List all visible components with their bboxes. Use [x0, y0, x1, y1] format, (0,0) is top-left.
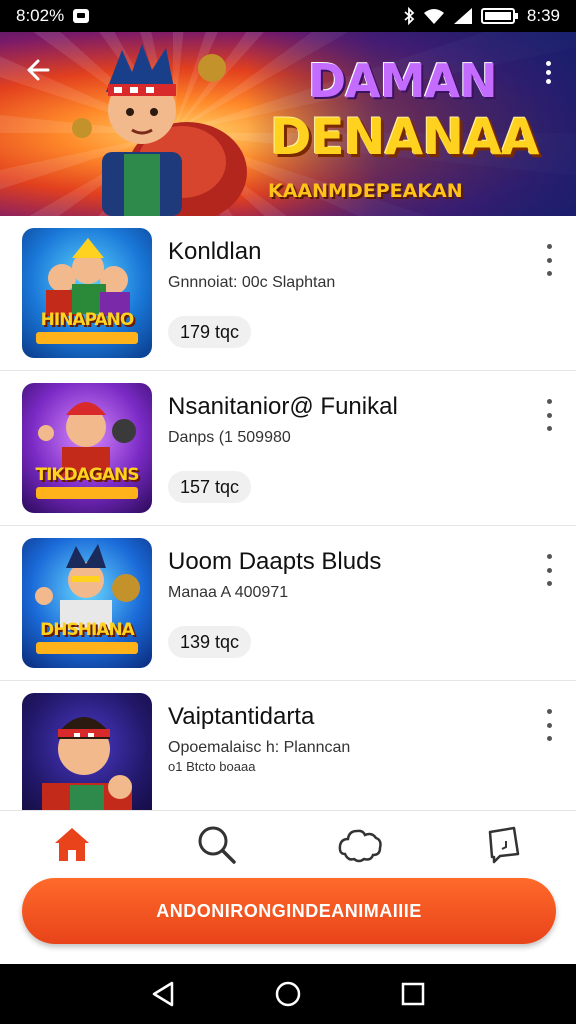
bottom-nav	[0, 810, 576, 876]
system-home-button[interactable]	[268, 974, 308, 1014]
search-icon	[198, 826, 236, 864]
hero-title-line2: DENANAA	[270, 108, 539, 166]
game-size-pill: 179 tqc	[168, 316, 252, 348]
thumbnail-art	[42, 717, 132, 810]
notification-icon	[72, 8, 90, 24]
battery-icon	[480, 7, 519, 25]
game-thumbnail	[22, 693, 152, 810]
list-item[interactable]: HINAPANO Konldlan Gnnnoiat: 00c Slaphtan…	[0, 216, 576, 371]
back-triangle-icon	[152, 981, 173, 1007]
game-meta: Gnnnoiat: 00c Slaphtan	[168, 274, 336, 291]
item-more-icon[interactable]	[540, 552, 558, 588]
thumbnail-subtitle-bar	[36, 642, 138, 654]
primary-cta-button[interactable]: ANDONIRONGINDEANIMAIIIE	[22, 878, 556, 944]
game-title: Konldlan	[168, 238, 262, 265]
status-right: 8:39	[403, 6, 560, 26]
hero-title-line1: DAMAN	[308, 54, 498, 108]
thumbnail-title: DHSHIANA	[40, 620, 135, 640]
home-circle-icon	[275, 981, 301, 1007]
bluetooth-icon	[403, 7, 415, 25]
list-item[interactable]: DHSHIANA Uoom Daapts Bluds Manaa A 40097…	[0, 526, 576, 681]
chat-icon	[488, 826, 520, 863]
app-screen: 8:02% 8:39 DAMAN DENANAA KAANMDEPEAKAN H…	[0, 0, 576, 1024]
thumbnail-title: HINAPANO	[40, 310, 135, 330]
game-size-pill: 139 tqc	[168, 626, 252, 658]
thumbnail-subtitle-bar	[36, 332, 138, 344]
tab-chat[interactable]	[432, 811, 576, 876]
game-list: HINAPANO Konldlan Gnnnoiat: 00c Slaphtan…	[0, 216, 576, 810]
back-arrow-icon	[27, 59, 50, 81]
hero-subtitle: KAANMDEPEAKAN	[268, 180, 463, 202]
game-meta: Manaa A 400971	[168, 584, 289, 601]
status-time-right: 8:39	[526, 6, 560, 25]
hero-banner: DAMAN DENANAA KAANMDEPEAKAN	[0, 32, 576, 216]
tab-search[interactable]	[144, 811, 288, 876]
list-item[interactable]: TIKDAGANS Nsanitanior@ Funikal Danps (1 …	[0, 371, 576, 526]
system-recents-button[interactable]	[393, 974, 433, 1014]
system-back-button[interactable]	[143, 974, 183, 1014]
status-bar: 8:02% 8:39	[0, 0, 576, 32]
status-left: 8:02%	[16, 6, 90, 26]
list-item[interactable]: Vaiptantidarta Opoemalaisc h: Planncan o…	[0, 681, 576, 810]
game-title: Nsanitanior@ Funikal	[168, 393, 398, 420]
cta-container: ANDONIRONGINDEANIMAIIIE	[0, 876, 576, 964]
game-thumbnail: TIKDAGANS	[22, 383, 152, 513]
signal-icon	[453, 7, 473, 25]
recents-square-icon	[402, 982, 425, 1006]
game-thumbnail: DHSHIANA	[22, 538, 152, 668]
tab-community[interactable]	[288, 811, 432, 876]
game-thumbnail: HINAPANO	[22, 228, 152, 358]
thumbnail-title: TIKDAGANS	[35, 465, 140, 485]
wifi-icon	[423, 7, 445, 25]
community-icon	[338, 829, 382, 862]
game-title: Vaiptantidarta	[168, 703, 315, 730]
home-icon	[55, 827, 89, 861]
item-more-icon[interactable]	[540, 397, 558, 433]
game-meta: Danps (1 509980	[168, 429, 291, 446]
game-size-pill: 157 tqc	[168, 471, 252, 503]
item-more-icon[interactable]	[540, 242, 558, 278]
game-meta: Opoemalaisc h: Planncan	[168, 739, 351, 756]
thumbnail-subtitle-bar	[36, 487, 138, 499]
game-title: Uoom Daapts Bluds	[168, 548, 382, 575]
game-meta-secondary: o1 Btcto boaaa	[168, 759, 256, 774]
more-vertical-icon[interactable]	[536, 54, 560, 90]
tab-home[interactable]	[0, 811, 144, 876]
item-more-icon[interactable]	[540, 707, 558, 743]
status-time-left: 8:02%	[16, 6, 65, 25]
system-nav-bar	[0, 964, 576, 1024]
back-button[interactable]	[20, 52, 56, 88]
hero-character-illustration	[72, 44, 247, 216]
